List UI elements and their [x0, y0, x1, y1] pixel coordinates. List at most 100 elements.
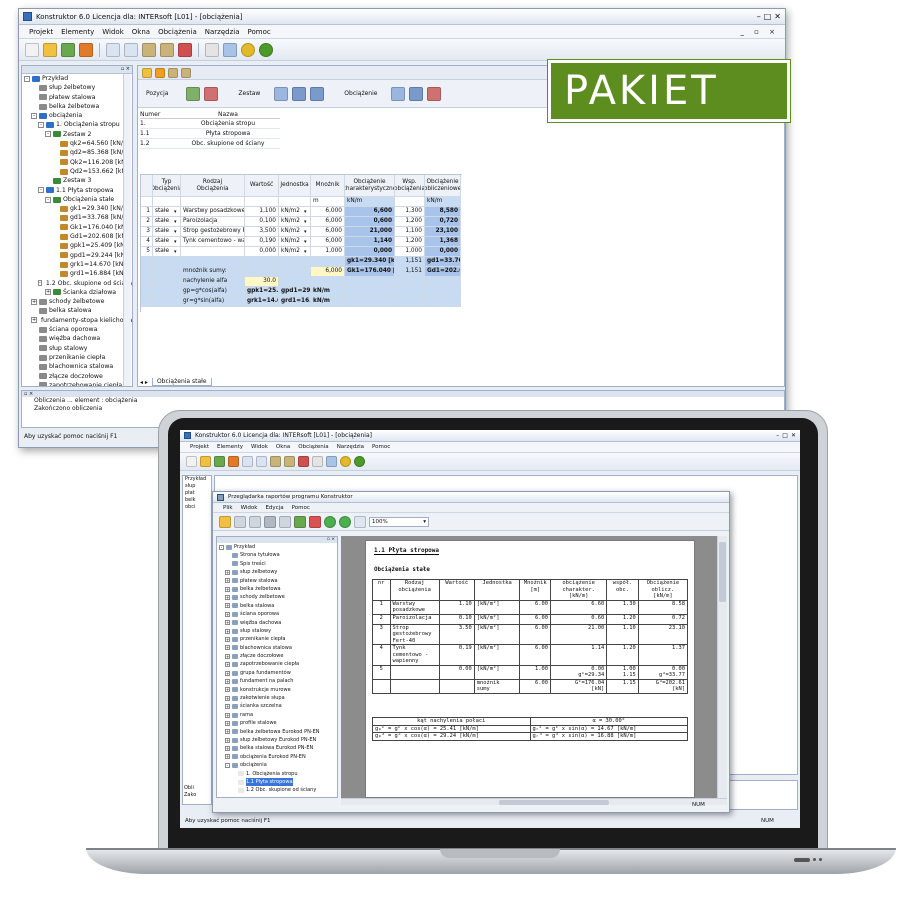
units-cell[interactable]: m [311, 197, 345, 207]
row-number[interactable]: 2 [141, 217, 153, 227]
menu-pomoc[interactable]: Pomoc [248, 28, 271, 36]
tab-obciazenia-stale[interactable]: Obciążenia stałe [151, 378, 212, 386]
chevron-down-icon[interactable]: ▾ [304, 238, 307, 246]
tree-item[interactable]: więźba dachowa [22, 334, 132, 343]
expand-toggle-icon[interactable]: + [225, 720, 230, 726]
viewer-tree-item[interactable]: + belka żelbetowa Eurokod PN-EN [217, 728, 337, 736]
expand-toggle-icon[interactable]: - [38, 187, 44, 194]
viewer-export-icon[interactable] [234, 515, 246, 528]
sum-design[interactable]: gd1=33.768 [ [425, 257, 461, 267]
tree-scrollbar[interactable] [123, 74, 131, 386]
set-add-icon[interactable] [274, 86, 289, 101]
tree-item[interactable]: belka stalowa [22, 306, 132, 315]
expand-toggle-icon[interactable]: - [38, 280, 42, 287]
char-load[interactable]: 0,000 [345, 247, 395, 257]
tree-item[interactable]: Zestaw 3 [22, 176, 132, 185]
chevron-down-icon[interactable]: ▾ [174, 208, 177, 216]
delete-icon[interactable] [178, 42, 192, 57]
units-cell[interactable] [181, 197, 245, 207]
viewer-tree-item[interactable]: + słup stalowy [217, 627, 337, 635]
tree-item[interactable]: przenikanie ciepła [22, 353, 132, 362]
multiplier[interactable]: 6,000 [311, 237, 345, 247]
expand-toggle-icon[interactable]: + [225, 611, 230, 617]
viewer-tree-item[interactable]: + przenikanie ciepła [217, 635, 337, 643]
viewer-tree-item[interactable]: + belka stalowa [217, 602, 337, 610]
viewer-tree-item[interactable]: + grupa fundamentów [217, 669, 337, 677]
expand-toggle-icon[interactable]: + [225, 620, 230, 626]
load-factor[interactable]: 1,200 [395, 217, 425, 227]
viewer-tree-item[interactable]: + belka żelbetowa [217, 585, 337, 593]
front-minimize-icon[interactable]: – [776, 432, 779, 439]
sum-cell[interactable] [153, 267, 181, 277]
viewer-print-icon[interactable] [264, 515, 276, 528]
sum-cell[interactable] [425, 287, 461, 297]
viewer-tree-item[interactable]: + schody żelbetowe [217, 593, 337, 601]
sum-cell[interactable] [395, 297, 425, 307]
tree-item[interactable]: - Przykład [22, 74, 132, 83]
tree-item[interactable]: - Zestaw 2 [22, 130, 132, 139]
position-row[interactable]: 1.2 Obc. skupione od ściany [140, 139, 280, 149]
front-menu-widok[interactable]: Widok [251, 444, 268, 450]
design-load[interactable]: 8,580 [425, 207, 461, 217]
front-close-icon[interactable]: ✕ [791, 432, 796, 439]
report-vscroll-thumb[interactable] [719, 542, 726, 602]
tree-item[interactable]: Gd1=202.608 [kN] [22, 232, 132, 241]
sum-cell[interactable] [153, 287, 181, 297]
load-value[interactable]: 0,100 [245, 217, 279, 227]
viewer-tree-item[interactable]: + konstrukcje murowe [217, 686, 337, 694]
expand-toggle-icon[interactable]: + [225, 636, 230, 642]
row-number[interactable]: 4 [141, 237, 153, 247]
maximize-icon[interactable]: □ [764, 12, 772, 21]
front-menu-obciazenia[interactable]: Obciążenia [298, 444, 328, 450]
chevron-down-icon[interactable]: ▾ [304, 228, 307, 236]
sum-cell[interactable] [141, 277, 153, 287]
row-number[interactable]: 5 [141, 247, 153, 257]
front-menu-elementy[interactable]: Elementy [217, 444, 243, 450]
units-cell[interactable] [141, 197, 153, 207]
menu-projekt[interactable]: Projekt [29, 28, 53, 36]
sin-unit[interactable]: kN/m [311, 297, 345, 307]
tree-item[interactable]: gd1=33.768 [kN/m [22, 213, 132, 222]
cos-unit[interactable]: kN/m [311, 287, 345, 297]
load-add-icon[interactable] [391, 86, 406, 101]
sum-cell[interactable] [425, 297, 461, 307]
folder-icon[interactable] [61, 42, 75, 57]
front-info-icon[interactable] [354, 456, 365, 467]
sum-cell[interactable] [425, 277, 461, 287]
print-icon[interactable] [223, 42, 237, 57]
panel-view1-icon[interactable] [142, 67, 152, 78]
units-cell[interactable] [395, 197, 425, 207]
units-cell[interactable]: kN/m [425, 197, 461, 207]
front-delete-icon[interactable] [298, 456, 309, 467]
sum-cell[interactable] [141, 297, 153, 307]
front-menu-okna[interactable]: Okna [276, 444, 290, 450]
page-width-icon[interactable] [354, 515, 366, 528]
viewer-tree-item[interactable]: Strona tytułowa [217, 551, 337, 559]
viewer-tree-item[interactable]: + ściana oporowa [217, 610, 337, 618]
front-menu-narzedzia[interactable]: Narzędzia [337, 444, 364, 450]
expand-toggle-icon[interactable]: + [225, 737, 230, 743]
sum-cell[interactable] [279, 267, 311, 277]
viewer-tool-icon[interactable] [294, 515, 306, 528]
position-row[interactable]: 1.1 Płyta stropowa [140, 129, 280, 139]
mdi-controls[interactable]: _ ▫ × [740, 28, 785, 36]
viewer-tree-item[interactable]: + słup żelbetowy Eurokod PN-EN [217, 736, 337, 744]
load-value[interactable]: 3,500 [245, 227, 279, 237]
sum-multiplier[interactable]: 6,000 [311, 267, 345, 277]
viewer-tree-item[interactable]: 1.1 Płyta stropowa [217, 777, 337, 787]
front-element-tool-icon[interactable] [284, 456, 295, 467]
tab-scroll-left-icon[interactable]: ◂ ▸ [140, 379, 148, 386]
expand-toggle-icon[interactable]: - [219, 544, 224, 550]
viewer-menu-edycja[interactable]: Edycja [265, 505, 283, 511]
viewer-open-icon[interactable] [219, 515, 231, 528]
viewer-tree-item[interactable]: - Przykład [217, 543, 337, 551]
chevron-down-icon[interactable]: ▾ [174, 228, 177, 236]
multiplier[interactable]: 6,000 [311, 227, 345, 237]
viewer-tree-item[interactable]: + słup żelbetowy [217, 568, 337, 576]
tree-item[interactable]: złącze doczołowe [22, 372, 132, 381]
viewer-tree-item[interactable]: - obciążenia [217, 761, 337, 769]
expand-toggle-icon[interactable]: - [31, 112, 37, 119]
design-load[interactable]: 0,720 [425, 217, 461, 227]
chevron-down-icon[interactable]: ▾ [304, 248, 307, 256]
tree-item[interactable]: qd2=85.368 [kN/m [22, 148, 132, 157]
